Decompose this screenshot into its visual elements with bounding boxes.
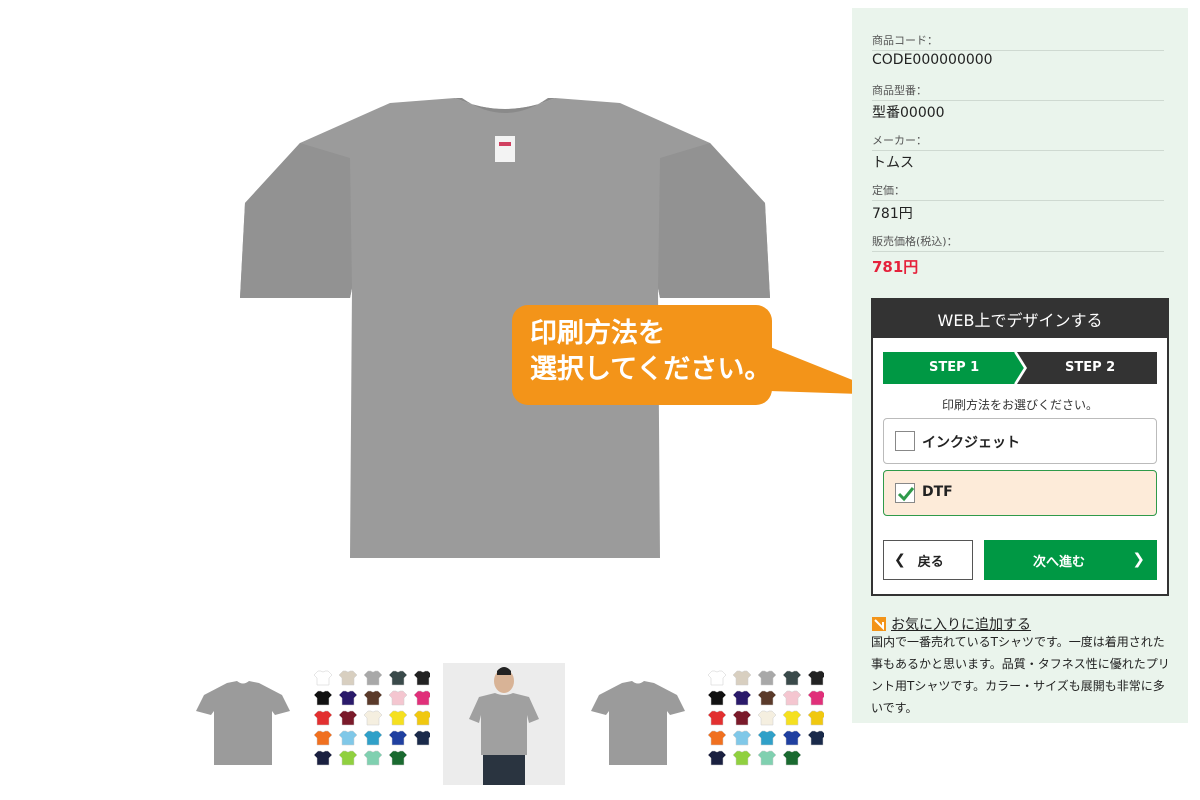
thumbnail-color-chart-1[interactable] [308,663,430,785]
callout-text: 印刷方法を 選択してください。 [530,318,772,385]
color-swatch [388,730,408,746]
color-swatch [363,730,383,746]
color-swatch [338,750,358,766]
color-swatch [782,730,802,746]
sale-price-value: 781円 [872,258,919,276]
color-swatch [732,750,752,766]
option-inkjet[interactable]: インクジェット [883,418,1157,464]
color-swatch [338,670,358,686]
checkmark-icon [897,487,915,502]
color-swatch [338,690,358,706]
design-box-header: WEB上でデザインする [873,300,1167,338]
color-swatch [757,690,777,706]
color-swatch [732,670,752,686]
color-swatch [707,690,727,706]
color-swatch [782,690,802,706]
color-swatch [707,710,727,726]
color-swatch [807,690,824,706]
color-swatch [363,670,383,686]
color-swatch [388,670,408,686]
dtf-checkbox[interactable] [895,483,915,503]
color-swatch [732,710,752,726]
product-page: 印刷方法を 選択してください。 商品コード： CODE000000000 商品型… [0,0,1200,800]
maker-label: メーカー： [872,132,1164,151]
product-code-value: CODE000000000 [872,52,993,68]
color-swatch [782,670,802,686]
step-arrows [883,351,1157,385]
thumbnail-model-photo[interactable] [443,663,565,785]
product-code-label: 商品コード： [872,32,1164,51]
color-swatch [338,730,358,746]
color-swatch [757,730,777,746]
neck-tag [495,136,515,162]
color-swatch [363,690,383,706]
back-button[interactable]: ❮ 戻る [883,540,973,580]
inkjet-checkbox[interactable] [895,431,915,451]
next-button-label: 次へ進む [1032,555,1085,570]
color-swatch [388,750,408,766]
option-dtf[interactable]: DTF [883,470,1157,516]
color-swatch [413,710,430,726]
color-swatch [313,690,333,706]
color-swatch [313,750,333,766]
color-swatch [757,710,777,726]
color-swatch [782,710,802,726]
option-inkjet-label: インクジェット [922,435,1020,451]
thumbnail-gray-front-2[interactable] [577,663,699,785]
step1-label: STEP 1 [929,360,980,375]
chevron-left-icon: ❮ [894,552,906,568]
color-swatch [338,710,358,726]
color-swatch [388,690,408,706]
color-swatch [807,730,824,746]
step2-label: STEP 2 [1065,360,1116,375]
color-swatch [807,710,824,726]
list-price-label: 定価： [872,182,1164,201]
product-description: 国内で一番売れているTシャツです。一度は着用された事もあるかと思います。品質・タ… [871,635,1170,715]
back-button-label: 戻る [917,554,944,570]
sale-price-label: 販売価格(税込)： [872,233,1164,252]
color-swatch [782,750,802,766]
color-swatch [707,750,727,766]
model-number-value: 型番00000 [872,105,945,121]
color-swatch [757,670,777,686]
color-swatch [413,730,430,746]
color-swatch [807,670,824,686]
color-swatch [732,690,752,706]
step-indicator: STEP 1 STEP 2 [883,351,1157,385]
instruction-text: 印刷方法をお選びください。 [941,398,1098,412]
product-info-panel: 商品コード： CODE000000000 商品型番： 型番00000 メーカー：… [852,8,1188,723]
color-swatch [363,710,383,726]
next-button[interactable]: 次へ進む ❯ [984,540,1157,580]
arrow-icon [872,617,886,631]
color-swatch [757,750,777,766]
thumbnail-gray-front[interactable] [182,663,304,785]
web-design-box: WEB上でデザインする STEP 1 STEP 2 印刷方法をお選びください。 … [871,298,1169,596]
color-swatch [413,690,430,706]
option-dtf-label: DTF [922,484,953,500]
color-swatch [363,750,383,766]
color-swatch [313,670,333,686]
color-swatch [313,710,333,726]
thumbnail-color-chart-2[interactable] [702,663,824,785]
color-swatch [707,670,727,686]
maker-value: トムス [872,155,914,171]
color-swatch [707,730,727,746]
list-price-value: 781円 [872,206,913,222]
color-swatch [388,710,408,726]
color-swatch [732,730,752,746]
color-swatch [413,670,430,686]
model-number-label: 商品型番： [872,82,1164,101]
chevron-right-icon: ❯ [1132,550,1145,568]
color-swatch [313,730,333,746]
